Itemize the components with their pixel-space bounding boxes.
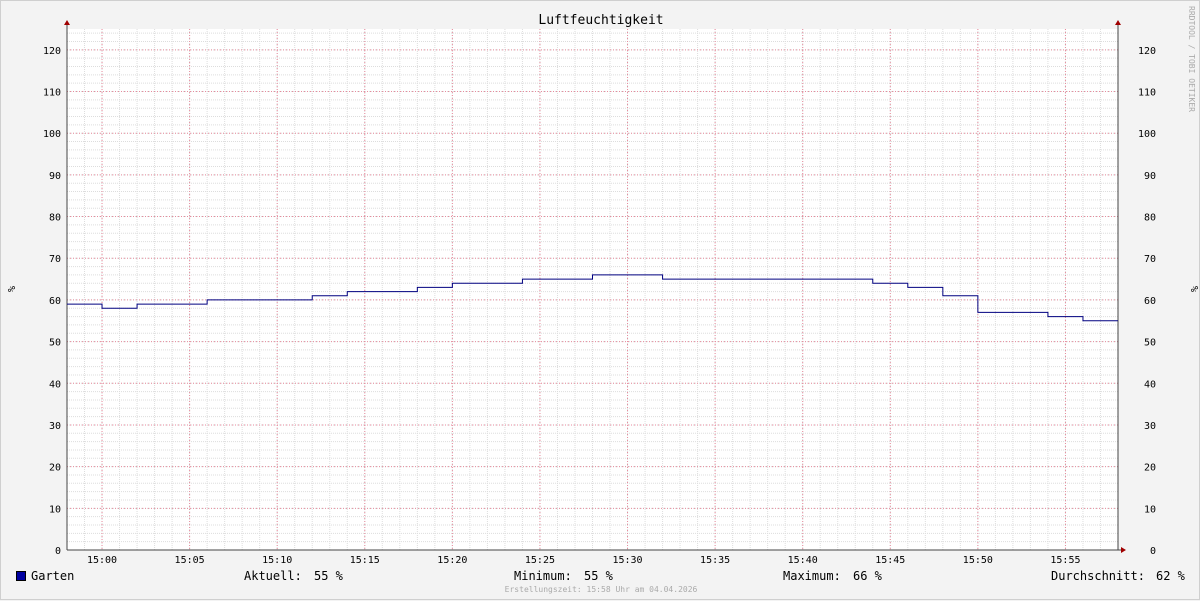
legend-series-name: Garten [31, 569, 75, 583]
y-tick-label-right: 110 [1138, 88, 1156, 99]
y-axis-arrow-left [64, 20, 70, 25]
x-tick-label: 15:30 [612, 555, 642, 566]
y-tick-label-left: 40 [49, 379, 61, 390]
y-tick-label-left: 90 [49, 171, 61, 182]
y-tick-label-right: 20 [1144, 463, 1156, 474]
y-tick-label-right: 90 [1144, 171, 1156, 182]
x-tick-label: 15:15 [350, 555, 380, 566]
x-tick-label: 15:20 [437, 555, 467, 566]
chart-window: Luftfeuchtigkeit RRDTOOL / TOBI OETIKER … [0, 0, 1200, 600]
y-tick-label-left: 100 [43, 129, 61, 140]
y-tick-label-left: 60 [49, 296, 61, 307]
legend-max-label: Maximum: [783, 569, 841, 583]
y-tick-label-right: 80 [1144, 213, 1156, 224]
y-tick-label-left: 70 [49, 254, 61, 265]
x-tick-label: 15:55 [1050, 555, 1080, 566]
x-tick-label: 15:25 [525, 555, 555, 566]
x-tick-label: 15:35 [700, 555, 730, 566]
y-tick-label-left: 20 [49, 463, 61, 474]
legend-avg-label: Durchschnitt: [1051, 569, 1145, 583]
y-tick-label-right: 0 [1150, 546, 1156, 557]
legend-min-value: 55 % [584, 569, 613, 583]
y-tick-label-right: 40 [1144, 379, 1156, 390]
legend-avg-value: 62 % [1156, 569, 1185, 583]
y-tick-label-right: 100 [1138, 129, 1156, 140]
y-tick-label-right: 120 [1138, 46, 1156, 57]
y-tick-label-left: 30 [49, 421, 61, 432]
x-tick-label: 15:00 [87, 555, 117, 566]
y-tick-label-left: 110 [43, 88, 61, 99]
legend-swatch [16, 571, 26, 581]
legend-min-label: Minimum: [514, 569, 572, 583]
y-tick-label-left: 50 [49, 338, 61, 349]
y-unit-label-right: % [1188, 286, 1199, 292]
legend-current-label: Aktuell: [244, 569, 302, 583]
chart: Luftfeuchtigkeit RRDTOOL / TOBI OETIKER … [5, 6, 1199, 566]
x-tick-label: 15:40 [788, 555, 818, 566]
x-axis-arrow [1121, 547, 1126, 553]
x-tick-label: 15:50 [963, 555, 993, 566]
y-axis-arrow-right [1115, 20, 1121, 25]
y-tick-label-right: 30 [1144, 421, 1156, 432]
y-tick-label-right: 50 [1144, 338, 1156, 349]
y-tick-label-left: 120 [43, 46, 61, 57]
legend-current-value: 55 % [314, 569, 343, 583]
y-unit-label-left: % [5, 286, 16, 292]
y-tick-label-right: 10 [1144, 504, 1156, 515]
chart-title: Luftfeuchtigkeit [538, 13, 663, 28]
y-tick-label-left: 10 [49, 504, 61, 515]
x-tick-label: 15:45 [875, 555, 905, 566]
creation-timestamp: Erstellungszeit: 15:58 Uhr am 04.04.2026 [504, 585, 698, 594]
y-tick-label-left: 80 [49, 213, 61, 224]
y-tick-label-right: 60 [1144, 296, 1156, 307]
y-tick-label-left: 0 [55, 546, 61, 557]
legend-max-value: 66 % [853, 569, 882, 583]
x-tick-label: 15:10 [262, 555, 292, 566]
grid [66, 29, 1119, 551]
x-tick-label: 15:05 [175, 555, 205, 566]
watermark: RRDTOOL / TOBI OETIKER [1187, 6, 1196, 112]
y-tick-label-right: 70 [1144, 254, 1156, 265]
